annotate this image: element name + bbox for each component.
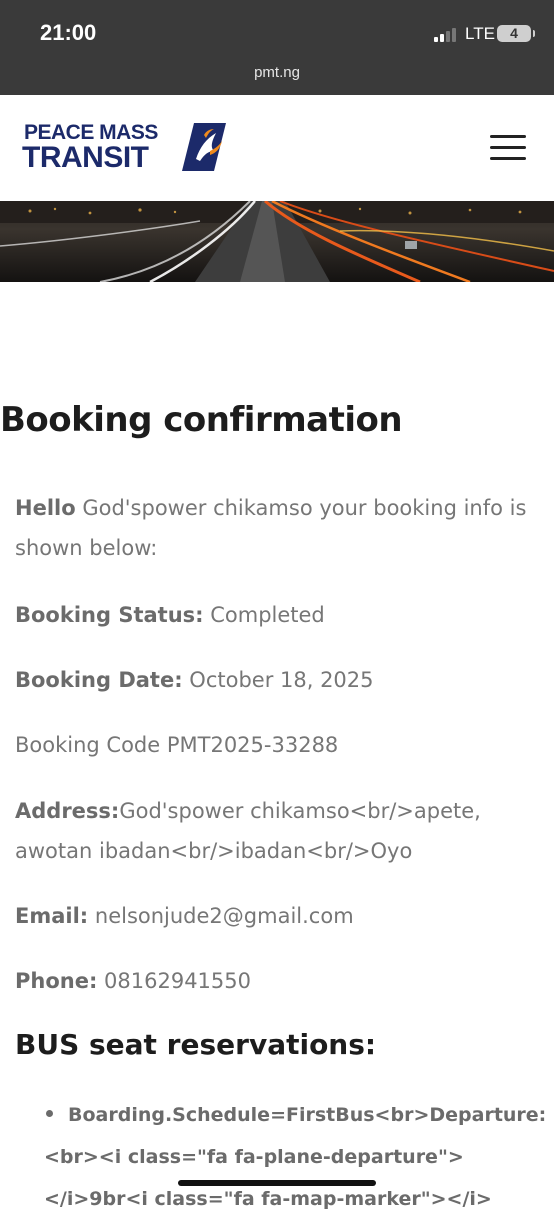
list-item: Boarding.Schedule=FirstBus<br>Departure:: [15, 1094, 554, 1136]
address: Address:God'spower chikamso<br/>apete, a…: [15, 791, 535, 871]
phone-value: 08162941550: [97, 969, 252, 993]
booking-status-label: Booking Status:: [15, 603, 204, 627]
site-logo[interactable]: PEACE MASS TRANSIT: [22, 121, 232, 174]
battery-icon: 4: [497, 25, 535, 42]
email: Email: nelsonjude2@gmail.com: [15, 896, 535, 936]
reservation-list: Boarding.Schedule=FirstBus<br>Departure:…: [15, 1094, 554, 1220]
list-item: <br><i class="fa fa-plane-departure">: [44, 1146, 464, 1168]
section-title: BUS seat reservations:: [15, 1028, 377, 1061]
network-type: LTE: [465, 24, 495, 43]
home-indicator[interactable]: [178, 1180, 376, 1186]
url-bar[interactable]: pmt.ng: [0, 64, 554, 81]
dove-logo-icon: [182, 123, 226, 171]
hero-banner-image: [0, 201, 554, 282]
phone-label: Phone:: [15, 969, 98, 993]
booking-status: Booking Status: Completed: [15, 595, 535, 635]
logo-line2: TRANSIT: [22, 141, 149, 174]
greeting-label: Hello: [15, 496, 76, 520]
greeting-paragraph: Hello God'spower chikamso your booking i…: [15, 488, 535, 568]
status-bar: 21:00 LTE 4 pmt.ng: [0, 0, 554, 95]
cellular-signal-icon: [434, 26, 460, 42]
booking-status-value: Completed: [203, 603, 325, 627]
booking-date-value: October 18, 2025: [182, 668, 374, 692]
booking-date-label: Booking Date:: [15, 668, 183, 692]
email-value: nelsonjude2@gmail.com: [88, 904, 354, 928]
booking-code: Booking Code PMT2025-33288: [15, 733, 339, 757]
email-label: Email:: [15, 904, 89, 928]
booking-date: Booking Date: October 18, 2025: [15, 660, 535, 700]
hamburger-icon[interactable]: [490, 135, 526, 161]
status-time: 21:00: [40, 20, 97, 45]
site-header: PEACE MASS TRANSIT: [0, 95, 554, 201]
address-label: Address:: [15, 799, 120, 823]
greeting-text: God'spower chikamso your booking info is…: [15, 496, 527, 560]
phone: Phone: 08162941550: [15, 961, 535, 1001]
page-title: Booking confirmation: [0, 400, 403, 440]
